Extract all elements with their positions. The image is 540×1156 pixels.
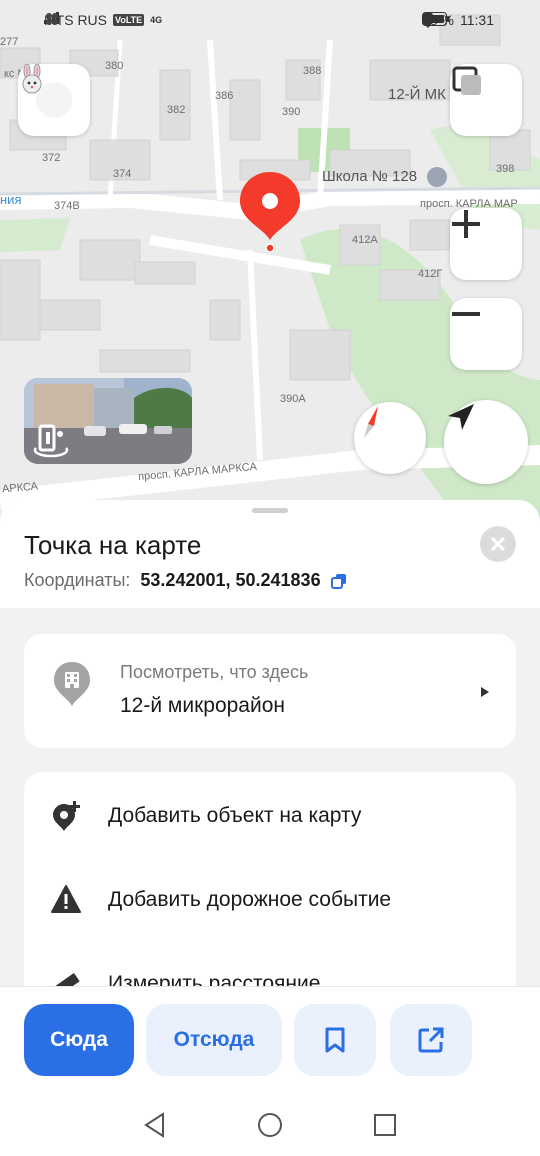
map-label: 390А <box>280 393 306 405</box>
app-notification-icon <box>46 13 58 25</box>
map-label: 412Г <box>418 268 443 280</box>
profile-button[interactable] <box>18 64 90 136</box>
map-label: ния <box>0 192 22 207</box>
map-label: 388 <box>303 65 322 77</box>
rabbit-avatar-icon <box>22 64 72 118</box>
clock: 11:31 <box>460 12 494 28</box>
map-view[interactable]: кс Маркет 380 388 386 382 390 12-Й МК 37… <box>0 0 540 540</box>
status-bar: MTS RUS VoLTE 4G 88 % 11:31 <box>0 0 540 40</box>
coordinates-row: Координаты: 53.242001, 50.241836 <box>24 570 347 591</box>
map-label: 372 <box>42 152 61 164</box>
share-icon <box>418 1027 444 1053</box>
map-label: 374В <box>54 200 80 212</box>
add-road-event-action[interactable]: Добавить дорожное событие <box>24 880 516 920</box>
chevron-right-icon <box>481 687 489 697</box>
volte-badge: VoLTE <box>113 14 145 26</box>
zoom-out-button[interactable] <box>450 298 522 370</box>
bookmark-icon <box>325 1027 345 1053</box>
recents-icon[interactable] <box>373 1113 397 1137</box>
add-object-action[interactable]: Добавить объект на карту <box>24 796 516 836</box>
close-button[interactable] <box>480 526 516 562</box>
layers-icon <box>452 66 481 95</box>
panorama-preview[interactable] <box>24 378 192 464</box>
battery-icon <box>422 12 450 26</box>
map-label: 382 <box>167 104 186 116</box>
navigation-arrow-icon <box>448 404 474 430</box>
close-icon <box>491 537 505 551</box>
zoom-in-button[interactable] <box>450 208 522 280</box>
map-district-label: 12-Й МК <box>388 86 446 103</box>
sheet-header: Точка на карте Координаты: 53.242001, 50… <box>0 500 540 608</box>
share-button[interactable] <box>390 1004 472 1076</box>
bookmark-button[interactable] <box>294 1004 376 1076</box>
bottom-action-bar: Сюда Отсюда <box>0 986 540 1086</box>
map-label: 386 <box>215 90 234 102</box>
place-name: 12-й микрорайон <box>120 694 285 717</box>
warning-icon <box>50 884 82 916</box>
sheet-grabber[interactable] <box>252 508 288 513</box>
layers-button[interactable] <box>450 64 522 136</box>
route-to-here-button[interactable]: Сюда <box>24 1004 134 1076</box>
coordinates-label: Координаты: <box>24 570 131 590</box>
coordinates-value[interactable]: 53.242001, 50.241836 <box>140 570 320 591</box>
panorama-icon <box>32 422 70 458</box>
school-icon <box>427 167 447 187</box>
minus-icon <box>452 312 480 316</box>
home-icon[interactable] <box>257 1112 283 1138</box>
network-type: 4G <box>150 15 163 25</box>
add-place-icon <box>50 800 82 832</box>
route-from-here-button[interactable]: Отсюда <box>146 1004 282 1076</box>
map-label: 398 <box>496 163 515 175</box>
building-pin-icon <box>52 660 92 708</box>
map-label: 374 <box>113 168 132 180</box>
page-title: Точка на карте <box>24 530 202 560</box>
compass-icon <box>364 406 378 438</box>
map-label: 390 <box>282 106 301 118</box>
compass-button[interactable] <box>354 402 426 474</box>
action-label: Добавить объект на карту <box>108 804 362 827</box>
whats-here-card[interactable]: Посмотреть, что здесь 12-й микрорайон <box>24 634 516 748</box>
action-label: Добавить дорожное событие <box>108 888 392 911</box>
my-location-button[interactable] <box>444 400 528 484</box>
map-label: 412А <box>352 234 378 246</box>
back-icon[interactable] <box>143 1112 167 1138</box>
whats-here-label: Посмотреть, что здесь <box>120 662 309 682</box>
map-pin-icon[interactable] <box>238 170 302 252</box>
system-nav-bar <box>0 1086 540 1156</box>
copy-icon[interactable] <box>330 573 347 589</box>
map-label: 380 <box>105 60 124 72</box>
plus-icon <box>452 210 480 238</box>
map-school-label: Школа № 128 <box>322 168 418 185</box>
